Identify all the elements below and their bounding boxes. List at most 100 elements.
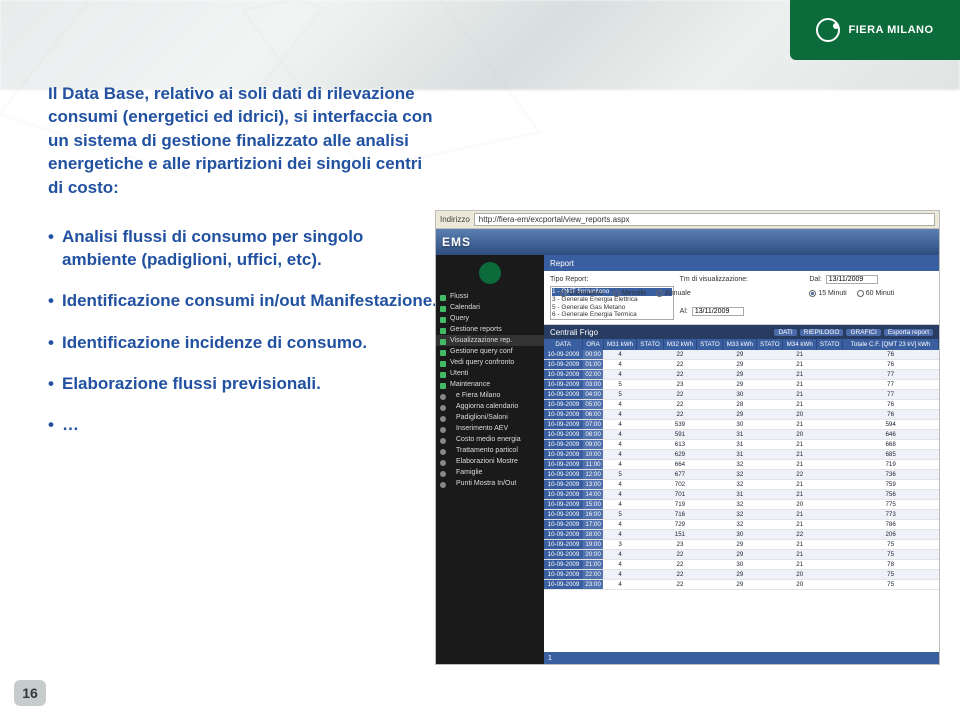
- table-cell: 17:00: [583, 520, 603, 530]
- table-row[interactable]: 10-09-200908:0045913120646: [544, 430, 939, 440]
- table-row[interactable]: 10-09-200900:00422292176: [544, 350, 939, 360]
- table-cell: 21: [783, 400, 817, 410]
- table-cell: 4: [603, 360, 637, 370]
- column-header[interactable]: M32 kWh: [663, 339, 697, 350]
- tipo-option[interactable]: Annuale: [656, 290, 691, 297]
- table-row[interactable]: 10-09-200914:0047013121756: [544, 490, 939, 500]
- column-header[interactable]: STATO: [637, 339, 663, 350]
- panel-button[interactable]: RIEPILOGO: [800, 329, 844, 336]
- table-cell: 21: [783, 350, 817, 360]
- table-row[interactable]: 10-09-200904:00522302177: [544, 390, 939, 400]
- column-header[interactable]: STATO: [697, 339, 723, 350]
- tipo-option[interactable]: Mensile: [613, 290, 646, 297]
- table-row[interactable]: 10-09-200901:00422292176: [544, 360, 939, 370]
- sidebar-item[interactable]: Vedi query confronto: [436, 357, 544, 368]
- table-row[interactable]: 10-09-200918:0041513022206: [544, 530, 939, 540]
- table-row[interactable]: 10-09-200907:0045393021594: [544, 420, 939, 430]
- column-header[interactable]: STATO: [757, 339, 783, 350]
- table-cell: 31: [723, 430, 757, 440]
- column-header[interactable]: M31 kWh: [603, 339, 637, 350]
- table-cell: 20: [783, 580, 817, 590]
- sidebar-item[interactable]: Utenti: [436, 368, 544, 379]
- dal-input[interactable]: [826, 275, 878, 284]
- sidebar-item[interactable]: Inserimento AEV: [436, 423, 544, 434]
- sidebar-item[interactable]: Costo medio energia: [436, 434, 544, 445]
- sidebar-item[interactable]: Flussi: [436, 291, 544, 302]
- table-row[interactable]: 10-09-200903:00523292177: [544, 380, 939, 390]
- sidebar-item[interactable]: Visualizzazione rep.: [436, 335, 544, 346]
- table-row[interactable]: 10-09-200911:0046643221719: [544, 460, 939, 470]
- column-header[interactable]: Totale C.F. [QMT 23 kV] kWh: [843, 339, 939, 350]
- pager[interactable]: 1: [544, 652, 939, 664]
- sidebar-item[interactable]: e Fiera Milano: [436, 390, 544, 401]
- table-cell: 76: [843, 360, 939, 370]
- panel-button[interactable]: DATI: [774, 329, 796, 336]
- radio-icon[interactable]: [857, 290, 864, 297]
- table-row[interactable]: 10-09-200909:0046133121668: [544, 440, 939, 450]
- table-cell: 736: [843, 470, 939, 480]
- al-group: Al:: [680, 303, 804, 320]
- table-row[interactable]: 10-09-200915:0047193220775: [544, 500, 939, 510]
- table-cell: [697, 550, 723, 560]
- table-row[interactable]: 10-09-200906:00422292076: [544, 410, 939, 420]
- tipo-option[interactable]: Giornaliero: [560, 290, 603, 297]
- sidebar-item[interactable]: Famiglie: [436, 467, 544, 478]
- table-row[interactable]: 10-09-200916:0057163221773: [544, 510, 939, 520]
- column-header[interactable]: STATO: [817, 339, 843, 350]
- table-cell: [697, 430, 723, 440]
- radio-icon[interactable]: [656, 290, 663, 297]
- table-row[interactable]: 10-09-200917:0047293221786: [544, 520, 939, 530]
- table-row[interactable]: 10-09-200919:00323292175: [544, 540, 939, 550]
- sidebar-item[interactable]: Gestione reports: [436, 324, 544, 335]
- sidebar-item[interactable]: Calendari: [436, 302, 544, 313]
- table-row[interactable]: 10-09-200923:00422292075: [544, 580, 939, 590]
- table-cell: [817, 490, 843, 500]
- radio-icon[interactable]: [560, 290, 567, 297]
- table-cell: [637, 420, 663, 430]
- tm-option[interactable]: 15 Minuti: [809, 290, 846, 297]
- sidebar-item[interactable]: Aggiorna calendario: [436, 401, 544, 412]
- table-row[interactable]: 10-09-200920:00422292175: [544, 550, 939, 560]
- table-row[interactable]: 10-09-200912:0056773222736: [544, 470, 939, 480]
- list-option[interactable]: 20 - Asse Centrale - Energia Elettrica: [552, 319, 672, 320]
- table-cell: 10:00: [583, 450, 603, 460]
- intro-paragraph: Il Data Base, relativo ai soli dati di r…: [48, 82, 438, 199]
- sidebar-item[interactable]: Padiglioni/Saloni: [436, 412, 544, 423]
- radio-icon[interactable]: [613, 290, 620, 297]
- radio-icon[interactable]: [809, 290, 816, 297]
- al-input[interactable]: [692, 307, 744, 316]
- address-url[interactable]: http://fiera-em/excportal/view_reports.a…: [474, 213, 935, 226]
- sidebar-item[interactable]: Trattamento particol: [436, 445, 544, 456]
- table-row[interactable]: 10-09-200905:00422282176: [544, 400, 939, 410]
- column-header[interactable]: M34 kWh: [783, 339, 817, 350]
- table-cell: 32: [723, 480, 757, 490]
- table-cell: [637, 470, 663, 480]
- table-row[interactable]: 10-09-200913:0047023221759: [544, 480, 939, 490]
- panel-button[interactable]: GRAFICI: [846, 329, 880, 336]
- address-label: Indirizzo: [440, 215, 470, 224]
- column-header[interactable]: ORA: [583, 339, 603, 350]
- table-cell: [817, 500, 843, 510]
- table-cell: [817, 470, 843, 480]
- table-cell: 5: [603, 510, 637, 520]
- sidebar-item[interactable]: Punti Mostra In/Out: [436, 478, 544, 489]
- column-header[interactable]: M33 kWh: [723, 339, 757, 350]
- column-header[interactable]: DATA: [544, 339, 583, 350]
- sidebar-item[interactable]: Maintenance: [436, 379, 544, 390]
- sidebar-item[interactable]: Gestione query conf: [436, 346, 544, 357]
- table-row[interactable]: 10-09-200902:00422292177: [544, 370, 939, 380]
- table-cell: [757, 410, 783, 420]
- table-cell: [757, 530, 783, 540]
- table-cell: 702: [663, 480, 697, 490]
- sidebar-item[interactable]: Elaborazioni Mostre: [436, 456, 544, 467]
- list-option[interactable]: 6 - Generale Energia Termica: [552, 311, 672, 319]
- tm-option[interactable]: 60 Minuti: [857, 290, 894, 297]
- table-cell: [637, 510, 663, 520]
- table-cell: [757, 560, 783, 570]
- table-row[interactable]: 10-09-200922:00422292075: [544, 570, 939, 580]
- table-row[interactable]: 10-09-200910:0046293121685: [544, 450, 939, 460]
- table-row[interactable]: 10-09-200921:00422302178: [544, 560, 939, 570]
- sidebar-item[interactable]: Query: [436, 313, 544, 324]
- list-option[interactable]: 5 - Generale Gas Metano: [552, 304, 672, 312]
- panel-button[interactable]: Esporta report: [884, 329, 933, 336]
